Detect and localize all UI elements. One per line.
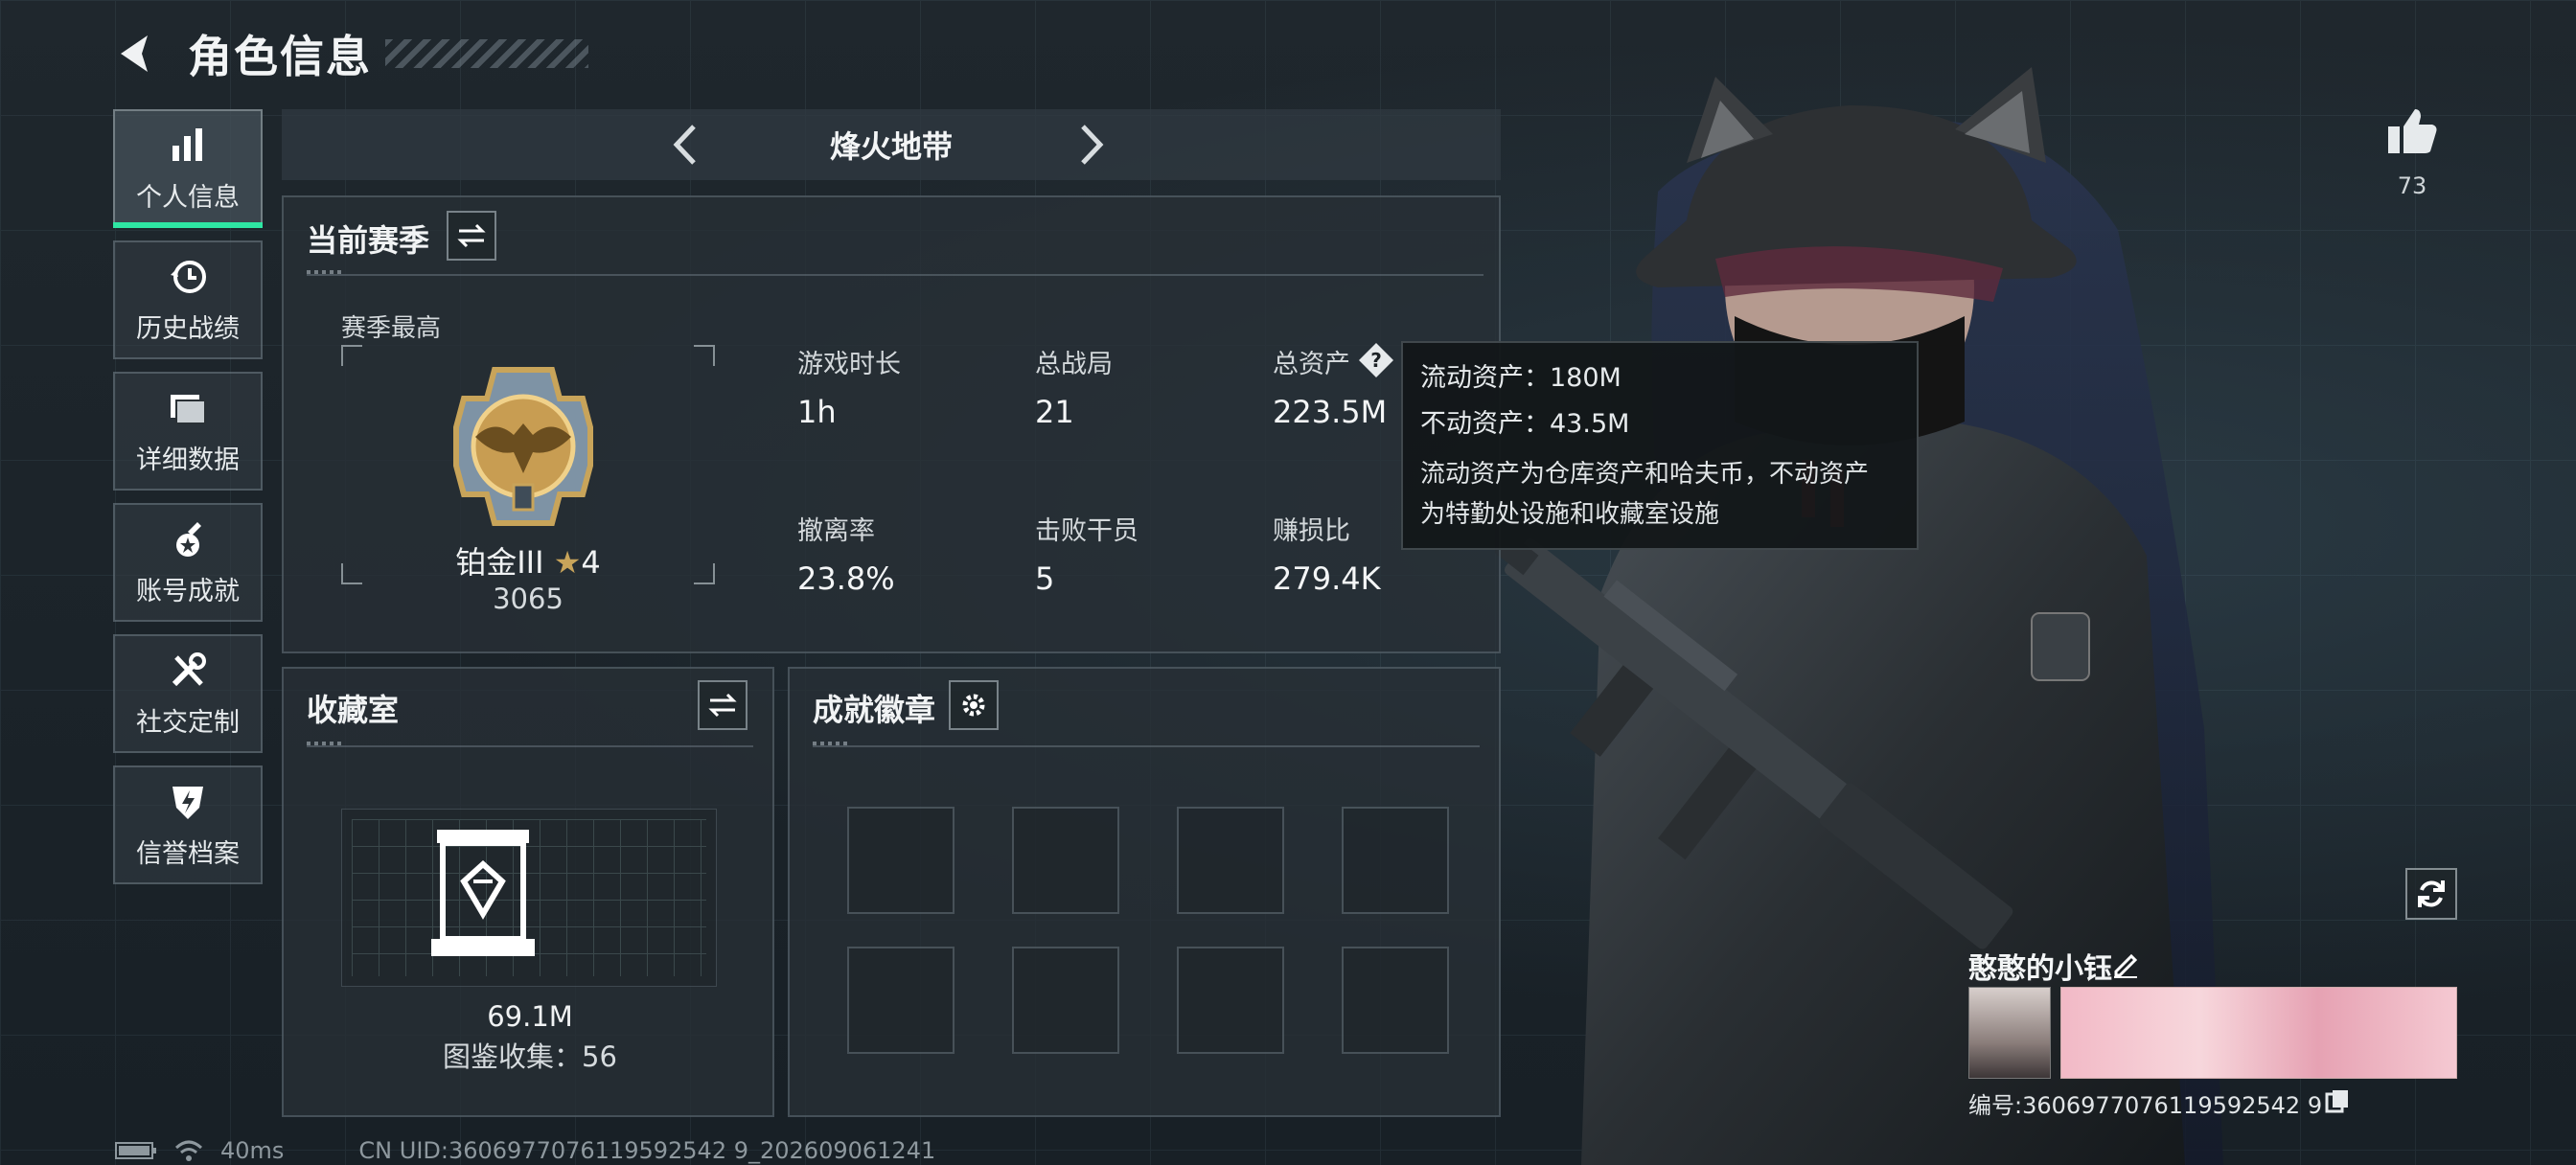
mode-title: 烽火地带 xyxy=(829,128,953,165)
badge-slot[interactable] xyxy=(1177,807,1284,914)
header: 角色信息 xyxy=(113,25,588,82)
status-footer: 40ms CN UID:3606977076119592542 9_202609… xyxy=(115,1136,935,1165)
season-switch-button[interactable] xyxy=(447,211,496,261)
sidebar-item-detail-data[interactable]: 详细数据 xyxy=(113,372,263,491)
sidebar-item-personal-info[interactable]: 个人信息 xyxy=(113,109,263,228)
badge-slot[interactable] xyxy=(1342,807,1449,914)
sidebar-item-label: 个人信息 xyxy=(136,182,240,213)
sidebar-item-label: 社交定制 xyxy=(136,707,240,738)
like-count: 73 xyxy=(2397,172,2427,199)
swap-icon xyxy=(457,223,486,248)
medal-star-icon xyxy=(176,521,201,557)
page-title: 角色信息 xyxy=(188,31,372,82)
chevron-left-icon[interactable] xyxy=(663,121,711,169)
collection-count: 图鉴收集：56 xyxy=(443,1040,617,1073)
copy-icon[interactable] xyxy=(2325,1088,2350,1113)
sidebar-item-label: 账号成就 xyxy=(136,576,240,606)
gear-icon xyxy=(962,694,985,717)
stat-total-matches: 总战局 21 xyxy=(1035,350,1113,430)
divider xyxy=(307,270,1484,276)
swap-icon xyxy=(708,693,737,718)
sidebar-item-label: 历史战绩 xyxy=(136,313,240,344)
sidebar-item-label: 详细数据 xyxy=(136,445,240,475)
collection-switch-button[interactable] xyxy=(698,680,748,730)
sidebar: 个人信息 历史战绩 详细数据 账号成就 社交定制 信誉档案 xyxy=(113,109,263,897)
tooltip-fixed-assets: 不动资产：43.5M xyxy=(1420,409,1630,439)
season-title: 当前赛季 xyxy=(307,222,430,259)
badge-slot[interactable] xyxy=(1012,807,1119,914)
svg-text:?: ? xyxy=(1370,349,1382,372)
rank-stars: 4 xyxy=(581,544,601,581)
sidebar-item-label: 信誉档案 xyxy=(136,838,240,869)
history-clock-icon xyxy=(171,260,206,293)
shield-bolt-icon xyxy=(172,786,203,819)
edit-pencil-icon[interactable] xyxy=(2110,948,2141,979)
sidebar-item-history[interactable]: 历史战绩 xyxy=(113,240,263,359)
refresh-button[interactable] xyxy=(2405,868,2457,920)
ping-value: 40ms xyxy=(220,1137,285,1164)
achievement-settings-button[interactable] xyxy=(949,680,999,730)
badge-slot[interactable] xyxy=(1342,947,1449,1054)
assets-tooltip: 流动资产：180M 不动资产：43.5M 流动资产为仓库资产和哈夫币，不动资产 … xyxy=(1401,341,1919,550)
badge-slot[interactable] xyxy=(847,947,954,1054)
refresh-icon xyxy=(2418,880,2445,907)
profile-banner xyxy=(2060,987,2457,1079)
display-case-icon xyxy=(431,830,535,956)
avatar[interactable] xyxy=(1968,987,2051,1079)
achievement-badges-panel: 成就徽章 xyxy=(788,667,1501,1117)
badge-slot[interactable] xyxy=(1177,947,1284,1054)
collection-room-panel: 收藏室 69.1M 图鉴收集：56 xyxy=(282,667,774,1117)
chevron-right-icon[interactable] xyxy=(1066,121,1114,169)
rank-name: 铂金III ★4 xyxy=(284,538,772,582)
sidebar-item-reputation[interactable]: 信誉档案 xyxy=(113,765,263,884)
player-name: 憨憨的小钰 xyxy=(1968,952,2112,986)
star-icon: ★ xyxy=(553,544,582,581)
battery-icon xyxy=(115,1142,156,1159)
stat-profit-loss-ratio: 赚损比 279.4K xyxy=(1273,516,1381,597)
player-card: 憨憨的小钰 编号:3606977076119592542 9 xyxy=(1968,945,2457,1119)
collection-value: 69.1M xyxy=(487,1000,573,1033)
wrench-screwdriver-icon xyxy=(172,651,206,686)
tooltip-description: 流动资产为仓库资产和哈夫币，不动资产 为特勤处设施和收藏室设施 xyxy=(1420,460,1870,529)
bar-chart-icon xyxy=(172,127,202,161)
divider xyxy=(307,742,753,747)
stat-operators-defeated: 击败干员 5 xyxy=(1035,516,1138,597)
stat-play-time: 游戏时长 1h xyxy=(797,350,901,430)
title-decoration xyxy=(385,39,588,68)
rank-score: 3065 xyxy=(493,582,564,615)
stat-extraction-rate: 撤离率 23.8% xyxy=(797,516,895,597)
badge-slot[interactable] xyxy=(847,807,954,914)
season-best-label: 赛季最高 xyxy=(341,314,442,343)
sidebar-item-achievements[interactable]: 账号成就 xyxy=(113,503,263,622)
divider xyxy=(813,742,1480,747)
folder-stack-icon xyxy=(171,394,206,424)
rank-medal-icon xyxy=(453,367,593,526)
current-season-panel: 当前赛季 赛季最高 铂金III ★4 3065 游戏时长 1h 总战局 21 总… xyxy=(282,195,1501,653)
sidebar-item-social[interactable]: 社交定制 xyxy=(113,634,263,753)
achievement-title: 成就徽章 xyxy=(813,692,936,728)
back-arrow-icon[interactable] xyxy=(113,30,161,78)
player-id: 编号:3606977076119592542 9 xyxy=(1968,1092,2323,1119)
mode-selector: 烽火地带 xyxy=(282,109,1501,180)
wifi-icon xyxy=(174,1140,203,1161)
tooltip-liquid-assets: 流动资产：180M xyxy=(1420,363,1622,393)
collection-title: 收藏室 xyxy=(307,692,400,728)
rank-tier: 铂金III xyxy=(455,544,544,581)
uid-text: CN UID:3606977076119592542 9_20260906124… xyxy=(358,1137,936,1164)
thumbs-up-icon[interactable] xyxy=(2386,105,2438,157)
help-icon[interactable]: ? xyxy=(1357,341,1395,379)
badge-slot[interactable] xyxy=(1012,947,1119,1054)
